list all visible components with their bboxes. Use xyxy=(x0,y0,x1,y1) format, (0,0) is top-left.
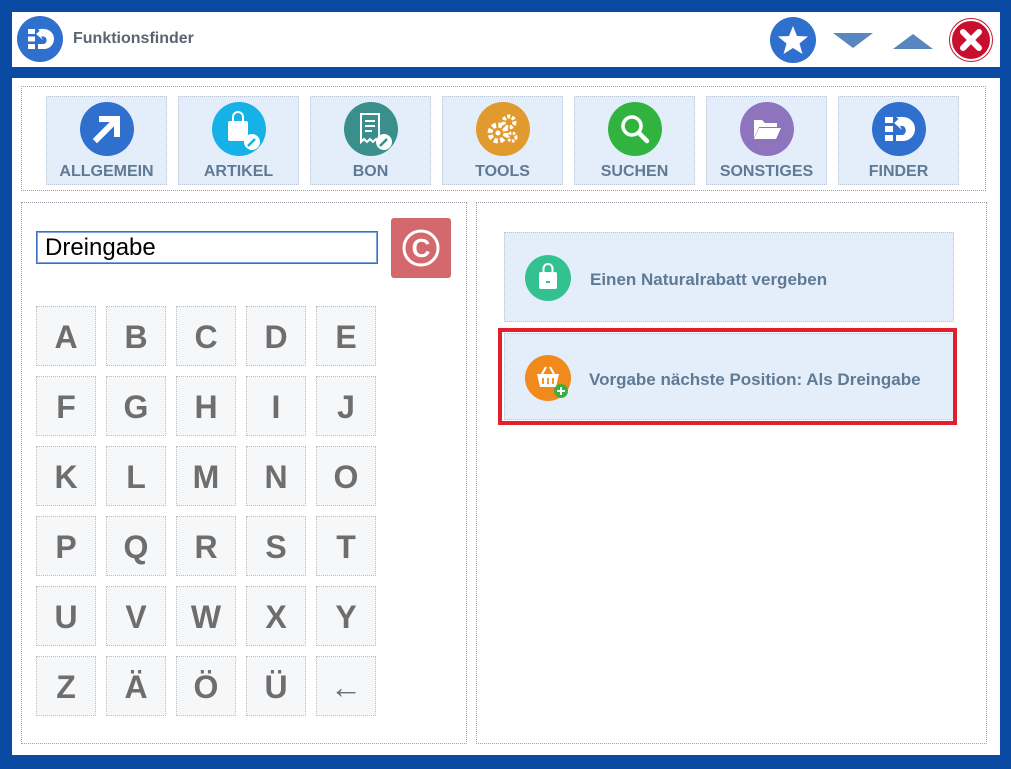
key-z[interactable]: Z xyxy=(36,656,96,716)
category-label: SUCHEN xyxy=(600,163,669,180)
search-icon xyxy=(608,102,662,156)
chevron-up-icon xyxy=(893,34,933,49)
minimize-button[interactable] xyxy=(830,28,876,54)
key-q[interactable]: Q xyxy=(106,516,166,576)
arrow-up-right-icon xyxy=(80,102,134,156)
clear-button[interactable]: C xyxy=(391,218,451,278)
key-v[interactable]: V xyxy=(106,586,166,646)
clear-icon: C xyxy=(402,229,440,267)
result-naturalrabatt[interactable]: Einen Naturalrabatt vergeben xyxy=(504,232,954,322)
category-label: SONSTIGES xyxy=(719,163,814,180)
key-p[interactable]: P xyxy=(36,516,96,576)
window-title: Funktionsfinder xyxy=(73,30,194,47)
key-o[interactable]: O xyxy=(316,446,376,506)
search-input[interactable] xyxy=(36,231,378,264)
key-x[interactable]: X xyxy=(246,586,306,646)
result-label: Vorgabe nächste Position: Als Dreingabe xyxy=(589,370,921,389)
key-s[interactable]: S xyxy=(246,516,306,576)
receipt-edit-icon xyxy=(344,102,398,156)
key-b[interactable]: B xyxy=(106,306,166,366)
category-sonstiges[interactable]: SONSTIGES xyxy=(706,96,827,185)
key-u[interactable]: U xyxy=(36,586,96,646)
search-panel: C ABCDEFGHIJKLMNOPQRSTUVWXYZÄÖÜ← xyxy=(21,202,467,744)
star-icon xyxy=(778,26,808,54)
result-label: Einen Naturalrabatt vergeben xyxy=(590,270,828,289)
clear-label: C xyxy=(412,233,431,263)
close-button[interactable] xyxy=(949,18,993,62)
key-e[interactable]: E xyxy=(316,306,376,366)
key-n[interactable]: N xyxy=(246,446,306,506)
key-ü[interactable]: Ü xyxy=(246,656,306,716)
key-m[interactable]: M xyxy=(176,446,236,506)
folder-open-icon xyxy=(740,102,794,156)
window-frame: Funktionsfinder ALLGEMEIN ARTIKEL BON TO… xyxy=(0,0,1011,769)
key-backspace[interactable]: ← xyxy=(316,656,376,716)
main-content: ALLGEMEIN ARTIKEL BON TOOLS SUCHEN SONST… xyxy=(12,78,1000,755)
category-label: ALLGEMEIN xyxy=(59,163,154,180)
title-bar: Funktionsfinder xyxy=(12,12,1000,67)
key-i[interactable]: I xyxy=(246,376,306,436)
finder-logo-icon xyxy=(872,102,926,156)
key-t[interactable]: T xyxy=(316,516,376,576)
key-f[interactable]: F xyxy=(36,376,96,436)
category-label: TOOLS xyxy=(475,163,530,180)
key-d[interactable]: D xyxy=(246,306,306,366)
key-ä[interactable]: Ä xyxy=(106,656,166,716)
basket-add-icon xyxy=(525,355,571,401)
category-bon[interactable]: BON xyxy=(310,96,431,185)
category-label: BON xyxy=(352,163,389,180)
category-artikel[interactable]: ARTIKEL xyxy=(178,96,299,185)
category-finder[interactable]: FINDER xyxy=(838,96,959,185)
key-ö[interactable]: Ö xyxy=(176,656,236,716)
gears-icon xyxy=(476,102,530,156)
maximize-button[interactable] xyxy=(890,28,936,54)
category-allgemein[interactable]: ALLGEMEIN xyxy=(46,96,167,185)
shopping-bag-icon xyxy=(525,255,571,301)
close-icon xyxy=(950,19,992,61)
results-panel: Einen Naturalrabatt vergeben Vorgabe näc… xyxy=(476,202,987,744)
key-c[interactable]: C xyxy=(176,306,236,366)
key-h[interactable]: H xyxy=(176,376,236,436)
key-l[interactable]: L xyxy=(106,446,166,506)
key-y[interactable]: Y xyxy=(316,586,376,646)
category-tools[interactable]: TOOLS xyxy=(442,96,563,185)
key-g[interactable]: G xyxy=(106,376,166,436)
key-r[interactable]: R xyxy=(176,516,236,576)
favorite-button[interactable] xyxy=(770,17,816,63)
key-a[interactable]: A xyxy=(36,306,96,366)
category-label: ARTIKEL xyxy=(203,163,274,180)
category-label: FINDER xyxy=(868,163,929,180)
category-bar: ALLGEMEIN ARTIKEL BON TOOLS SUCHEN SONST… xyxy=(21,86,986,191)
key-w[interactable]: W xyxy=(176,586,236,646)
key-k[interactable]: K xyxy=(36,446,96,506)
chevron-down-icon xyxy=(833,33,873,48)
finder-logo-icon xyxy=(17,16,63,62)
key-j[interactable]: J xyxy=(316,376,376,436)
shopping-bag-edit-icon xyxy=(212,102,266,156)
category-suchen[interactable]: SUCHEN xyxy=(574,96,695,185)
result-dreingabe[interactable]: Vorgabe nächste Position: Als Dreingabe xyxy=(504,333,954,420)
